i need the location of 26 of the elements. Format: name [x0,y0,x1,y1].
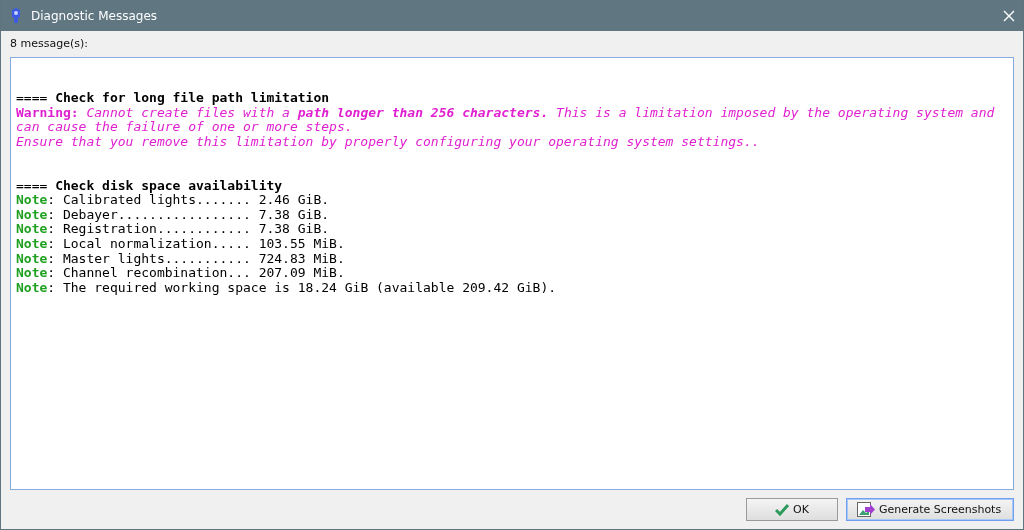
note-label: Note [16,221,48,237]
ok-button[interactable]: OK [746,498,838,521]
note-label: Note [16,235,48,251]
note-text: : Registration............ 7.38 GiB. [47,221,330,237]
check-icon [775,503,790,516]
app-icon [9,7,23,24]
note-text: : Debayer................. 7.38 GiB. [47,206,330,222]
note-label: Note [16,192,48,208]
screenshot-icon [857,501,875,518]
note-text: : The required working space is 18.24 GiB (available 209.42 GiB). [47,279,557,295]
note-label: Note [16,206,48,222]
note-label: Note [16,250,48,266]
message-count: 8 message(s): [10,37,89,50]
warning-message: Warning: Cannot create files with a path longer than 256 characters. This is a limitation imposed by the operating system and can cause the failure of one or more steps. [16,105,996,135]
note-text: : Local normalization..... 103.55 MiB. [47,235,345,251]
generate-screenshots-button[interactable]: Generate Screenshots [846,498,1014,521]
warning-message: Ensure that you remove this limitation by properly configuring your operating system settings.. [16,134,761,150]
section-heading: ==== Check disk space availability [16,177,283,193]
note-text: : Calibrated lights....... 2.46 GiB. [47,192,330,208]
close-icon[interactable] [1003,9,1015,22]
window-title: Diagnostic Messages [31,8,159,23]
note-label: Note [16,265,48,281]
section-heading: ==== Check for long file path limitation [16,90,330,105]
note-text: : Channel recombination... 207.09 MiB. [47,265,345,281]
note-label: Note [16,279,48,295]
note-text: : Master lights........... 724.83 MiB. [47,250,345,266]
